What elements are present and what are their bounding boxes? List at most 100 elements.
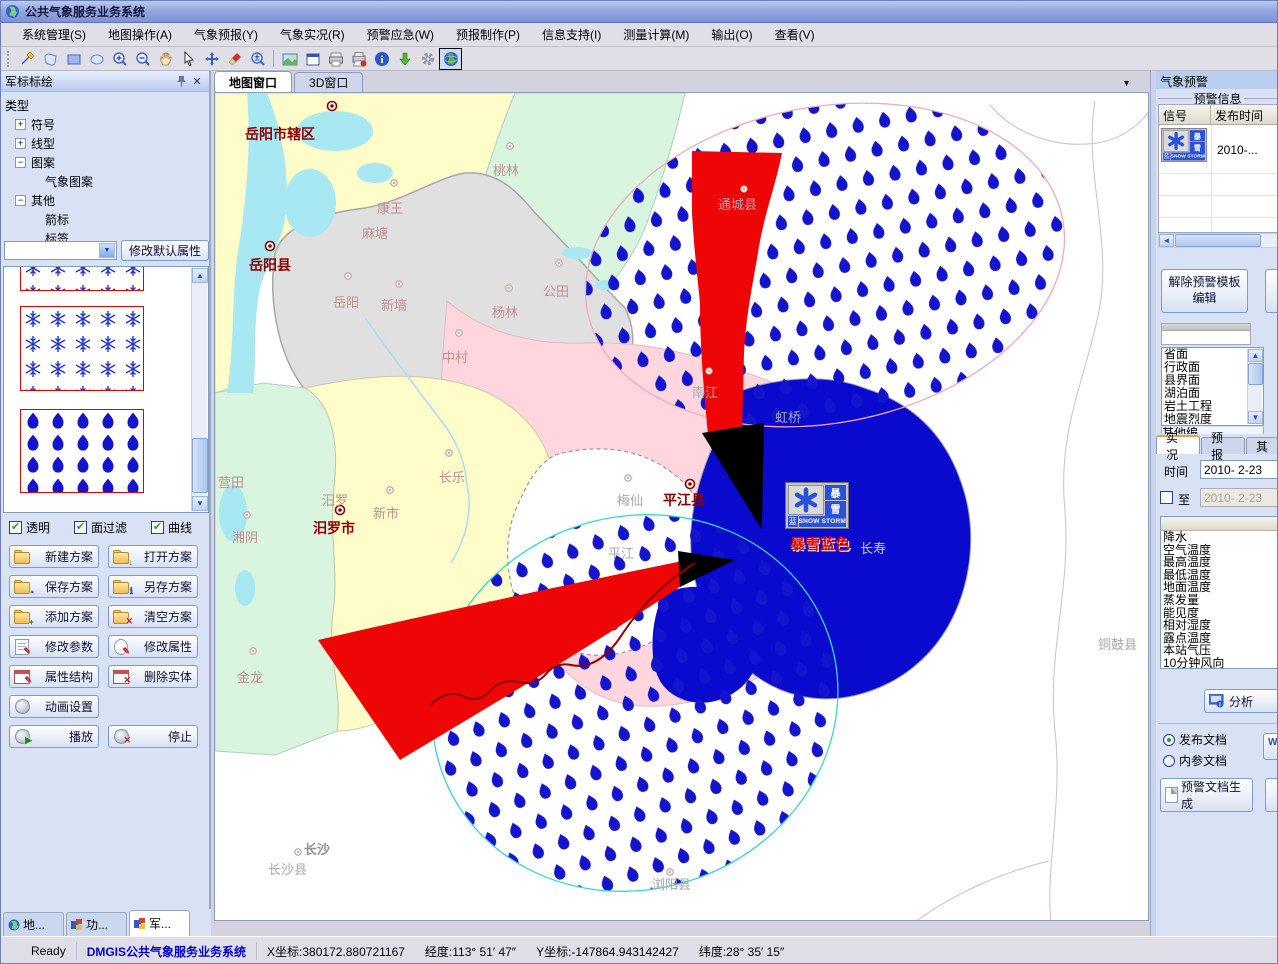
move-cross-icon[interactable] xyxy=(200,48,223,70)
scroll-thumb[interactable] xyxy=(1175,234,1261,247)
col-publish-time[interactable]: 发布时间 xyxy=(1211,105,1278,124)
swatch-snow[interactable] xyxy=(20,306,144,391)
tab-military-plot-panel[interactable]: 军... xyxy=(129,910,190,936)
settings-gear-icon[interactable] xyxy=(416,48,439,70)
tree-node-linetype[interactable]: +线型 xyxy=(5,134,205,153)
scroll-down-icon[interactable]: ▼ xyxy=(1248,411,1263,424)
swatch-rain[interactable] xyxy=(20,409,144,493)
word-doc-button-partial[interactable]: W xyxy=(1263,733,1278,760)
menu-output[interactable]: 输出(O) xyxy=(700,23,763,46)
chevron-down-icon[interactable]: ▼ xyxy=(99,243,115,258)
clipped-button[interactable] xyxy=(1265,778,1278,812)
radio-icon[interactable] xyxy=(1163,734,1175,746)
modify-default-attr-button[interactable]: 修改默认属性 xyxy=(121,240,209,261)
save-as-scheme-button[interactable]: ℹ另存方案 xyxy=(108,575,198,598)
menu-measure[interactable]: 测量计算(M) xyxy=(612,23,700,46)
save-scheme-button[interactable]: ▪保存方案 xyxy=(9,575,99,598)
scroll-down-icon[interactable]: ▼ xyxy=(192,496,208,511)
draw-polygon-icon[interactable] xyxy=(39,48,62,70)
animation-settings-button[interactable]: 动画设置 xyxy=(9,695,99,718)
table-hscrollbar[interactable]: ◄ xyxy=(1158,233,1278,248)
layer-list[interactable]: 省面 行政面 县界面 湖泊面 岩土工程 地震烈度 ▲ ▼ xyxy=(1161,347,1264,426)
expand-icon[interactable]: + xyxy=(15,138,26,149)
collapse-icon[interactable]: − xyxy=(15,157,26,168)
open-scheme-button[interactable]: ↓打开方案 xyxy=(108,545,198,568)
check-icon[interactable]: ✔ xyxy=(151,521,164,534)
pin-icon[interactable] xyxy=(173,74,189,88)
list-item[interactable]: 蒸发量 xyxy=(1163,594,1276,607)
collapse-icon[interactable]: − xyxy=(15,195,26,206)
tab-map-window[interactable]: 地图窗口 xyxy=(214,71,292,92)
stop-button[interactable]: ✕停止 xyxy=(108,725,198,748)
tree-node-other[interactable]: −其他 xyxy=(5,191,205,210)
draw-ellipse-icon[interactable] xyxy=(85,48,108,70)
print-icon[interactable] xyxy=(324,48,347,70)
tab-other[interactable]: 其 xyxy=(1246,437,1278,454)
col-signal[interactable]: 信号 xyxy=(1159,105,1211,124)
modify-attr-button[interactable]: ✎修改属性 xyxy=(108,635,198,658)
scroll-up-icon[interactable]: ▲ xyxy=(1248,349,1263,362)
clear-scheme-button[interactable]: ✕清空方案 xyxy=(108,605,198,628)
scroll-left-icon[interactable]: ◄ xyxy=(1159,234,1174,247)
menu-system[interactable]: 系统管理(S) xyxy=(11,23,97,46)
zoom-out-icon[interactable] xyxy=(131,48,154,70)
checkbox-face-filter[interactable]: ✔面过滤 xyxy=(74,519,127,536)
menu-live-weather[interactable]: 气象实况(R) xyxy=(269,23,356,46)
map-canvas[interactable]: 岳阳市辖区 岳阳县 桃林 康王 麻塘 岳阳 新墙 杨林 公田 中村 虹桥 南江 … xyxy=(214,92,1149,921)
element-list[interactable]: 降水 空气温度 最高温度 最低温度 地面温度 蒸发量 能见度 相对湿度 露点温度… xyxy=(1160,516,1278,669)
tree-root[interactable]: 类型 xyxy=(5,96,205,115)
menu-map-ops[interactable]: 地图操作(A) xyxy=(97,23,183,46)
pattern-swatch-list[interactable]: ▲ ▼ xyxy=(3,266,209,513)
tab-3d-window[interactable]: 3D窗口 xyxy=(294,72,363,92)
draw-rect-icon[interactable] xyxy=(62,48,85,70)
close-icon[interactable]: ✕ xyxy=(189,74,205,88)
tab-map-panel[interactable]: 地... xyxy=(3,912,64,936)
new-scheme-button[interactable]: 新建方案 xyxy=(9,545,99,568)
check-icon[interactable]: ✔ xyxy=(9,521,22,534)
menu-view[interactable]: 查看(V) xyxy=(764,23,826,46)
checkbox-transparent[interactable]: ✔透明 xyxy=(9,519,50,536)
scroll-thumb[interactable] xyxy=(1248,363,1263,385)
style-brush-icon[interactable] xyxy=(223,48,246,70)
print-preview-icon[interactable] xyxy=(347,48,370,70)
swatch-snow-partial[interactable] xyxy=(20,266,144,291)
tree-node-weather-pattern[interactable]: 气象图案 xyxy=(5,172,205,191)
zoom-window-icon[interactable] xyxy=(246,48,269,70)
analyze-button[interactable]: i 分析 xyxy=(1204,689,1278,713)
tab-function-panel[interactable]: 功... xyxy=(66,912,127,936)
tab-live[interactable]: 实况 xyxy=(1156,435,1200,454)
list-item[interactable]: 最高温度 xyxy=(1163,556,1276,569)
to-time-field-disabled[interactable]: 2010- 2-23 xyxy=(1200,488,1278,507)
scroll-thumb[interactable] xyxy=(192,438,208,493)
to-checkbox[interactable] xyxy=(1160,491,1173,504)
expand-icon[interactable]: + xyxy=(15,119,26,130)
cancel-warning-template-button[interactable]: 解除预警模板编辑 xyxy=(1161,269,1248,313)
layer-list-scrollbar[interactable]: ▲ ▼ xyxy=(1247,349,1262,424)
tree-node-arrow-mark[interactable]: 箭标 xyxy=(5,210,205,229)
toolbar-grip[interactable] xyxy=(7,51,12,67)
zoom-in-icon[interactable] xyxy=(108,48,131,70)
window-view-icon[interactable] xyxy=(301,48,324,70)
info-icon[interactable]: i xyxy=(370,48,393,70)
time-field[interactable]: 2010- 2-23 xyxy=(1200,460,1278,479)
delete-entity-button[interactable]: ✕删除实体 xyxy=(108,665,198,688)
signal-time-cell[interactable]: 2010-... xyxy=(1217,143,1258,157)
pan-hand-icon[interactable] xyxy=(154,48,177,70)
map-view-icon[interactable] xyxy=(278,48,301,70)
add-scheme-button[interactable]: +添加方案 xyxy=(9,605,99,628)
list-item[interactable]: 10分钟风向 xyxy=(1163,657,1276,669)
warning-signal-table[interactable]: 信号 发布时间 暴雪 蓝SNOW STORM 2010-... xyxy=(1158,104,1278,233)
globe-3d-icon[interactable] xyxy=(439,48,462,70)
generate-warning-doc-button[interactable]: 预警文档生成 xyxy=(1160,778,1253,812)
radio-internal-doc[interactable]: 内参文档 xyxy=(1163,752,1227,769)
radio-icon[interactable] xyxy=(1163,755,1175,767)
list-item[interactable]: 相对湿度 xyxy=(1163,619,1276,632)
select-arrow-icon[interactable] xyxy=(177,48,200,70)
swatch-scrollbar[interactable]: ▲ ▼ xyxy=(191,268,207,511)
clipped-button[interactable] xyxy=(1265,269,1278,313)
list-item[interactable]: 降水 xyxy=(1163,531,1276,544)
check-icon[interactable]: ✔ xyxy=(74,521,87,534)
tab-dropdown-icon[interactable]: ▼ xyxy=(1122,78,1131,88)
attr-struct-button[interactable]: ✎属性结构 xyxy=(9,665,99,688)
tree-node-symbol[interactable]: +符号 xyxy=(5,115,205,134)
